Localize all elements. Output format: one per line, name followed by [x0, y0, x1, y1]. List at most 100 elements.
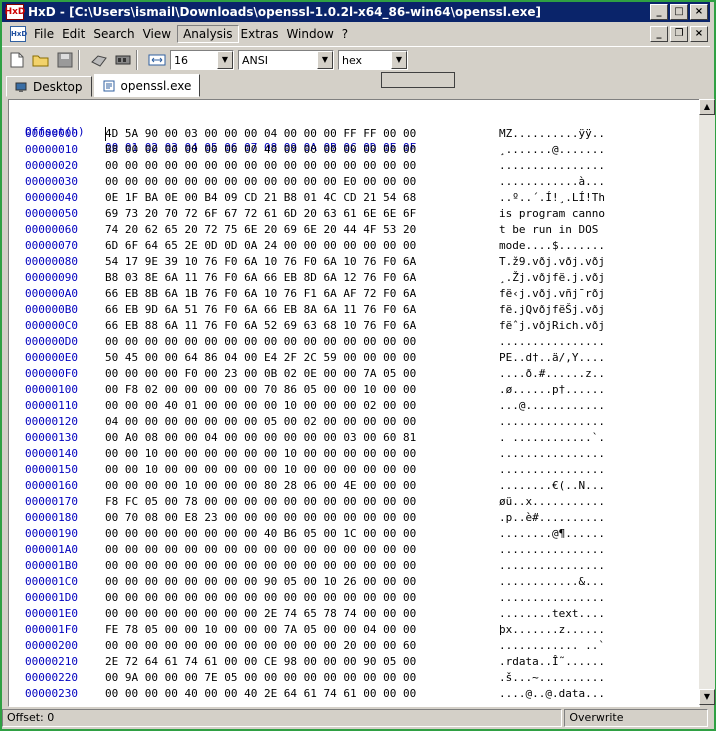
row-ascii-text[interactable]: ........@¶......	[499, 526, 605, 542]
row-hex-bytes[interactable]: 00 00 00 00 00 00 00 00 00 00 00 00 E0 0…	[105, 174, 416, 190]
menu-window[interactable]: Window	[284, 25, 339, 43]
row-ascii-text[interactable]: ................	[499, 462, 605, 478]
offset-base-select[interactable]: hex ▼	[338, 50, 408, 70]
hxd-app-icon[interactable]: HxD	[5, 4, 25, 20]
new-file-icon[interactable]	[8, 51, 26, 69]
row-ascii-text[interactable]: ...@............	[499, 398, 605, 414]
mdi-restore-button[interactable]: ❐	[670, 26, 688, 42]
open-folder-icon[interactable]	[32, 51, 50, 69]
row-hex-bytes[interactable]: B8 03 8E 6A 11 76 F0 6A 66 EB 8D 6A 12 7…	[105, 270, 416, 286]
charset-select[interactable]: ANSI ▼	[238, 50, 334, 70]
maximize-button[interactable]: □	[670, 4, 688, 20]
row-hex-bytes[interactable]: 00 F8 02 00 00 00 00 00 70 86 05 00 00 1…	[105, 382, 416, 398]
row-ascii-text[interactable]: øü..x...........	[499, 494, 605, 510]
row-hex-bytes[interactable]: 00 00 00 00 40 00 00 40 2E 64 61 74 61 0…	[105, 686, 416, 702]
row-hex-bytes[interactable]: 00 00 00 40 01 00 00 00 00 10 00 00 00 0…	[105, 398, 416, 414]
scroll-down-icon[interactable]: ▼	[699, 689, 715, 705]
menu-edit[interactable]: Edit	[60, 25, 91, 43]
row-ascii-text[interactable]: .š...~..........	[499, 670, 605, 686]
chevron-down-icon[interactable]: ▼	[317, 51, 333, 69]
menu-search[interactable]: Search	[91, 25, 140, 43]
row-ascii-text[interactable]: ................	[499, 334, 605, 350]
row-hex-bytes[interactable]: 00 00 00 00 F0 00 23 00 0B 02 0E 00 00 7…	[105, 366, 416, 382]
scroll-up-icon[interactable]: ▲	[699, 99, 715, 115]
row-hex-bytes[interactable]: 0E 1F BA 0E 00 B4 09 CD 21 B8 01 4C CD 2…	[105, 190, 416, 206]
mdi-close-button[interactable]: ×	[690, 26, 708, 42]
row-ascii-text[interactable]: ........text....	[499, 606, 605, 622]
open-disk-icon[interactable]	[90, 51, 108, 69]
row-ascii-text[interactable]: ............ ..`	[499, 638, 605, 654]
row-ascii-text[interactable]: is program canno	[499, 206, 605, 222]
row-hex-bytes[interactable]: 4D 5A 90 00 03 00 00 00 04 00 00 00 FF F…	[105, 126, 416, 142]
row-hex-bytes[interactable]: 00 00 00 00 00 00 00 00 00 00 00 00 20 0…	[105, 638, 416, 654]
hex-editor-view[interactable]: Offset(h) 00 01 02 03 04 05 06 07 08 09 …	[8, 99, 700, 707]
row-hex-bytes[interactable]: 69 73 20 70 72 6F 67 72 61 6D 20 63 61 6…	[105, 206, 416, 222]
row-hex-bytes[interactable]: 00 00 00 00 00 00 00 00 90 05 00 10 26 0…	[105, 574, 416, 590]
row-ascii-text[interactable]: fë.jQvðjfëŠj.vðj	[499, 302, 605, 318]
row-hex-bytes[interactable]: 00 00 00 00 10 00 00 00 80 28 06 00 4E 0…	[105, 478, 416, 494]
row-ascii-text[interactable]: t be run in DOS	[499, 222, 605, 238]
row-hex-bytes[interactable]: 50 45 00 00 64 86 04 00 E4 2F 2C 59 00 0…	[105, 350, 416, 366]
row-ascii-text[interactable]: ........€(..N...	[499, 478, 605, 494]
row-hex-bytes[interactable]: 00 00 00 00 00 00 00 00 2E 74 65 78 74 0…	[105, 606, 416, 622]
row-ascii-text[interactable]: þx.......z......	[499, 622, 605, 638]
row-hex-bytes[interactable]: 00 00 00 00 00 00 00 00 40 B6 05 00 1C 0…	[105, 526, 416, 542]
menu-extras[interactable]: Extras	[239, 25, 285, 43]
row-ascii-text[interactable]: . ............`.	[499, 430, 605, 446]
row-ascii-text[interactable]: fëˆj.vðjRich.vðj	[499, 318, 605, 334]
row-hex-bytes[interactable]: F8 FC 05 00 78 00 00 00 00 00 00 00 00 0…	[105, 494, 416, 510]
menu-file[interactable]: File	[32, 25, 60, 43]
row-ascii-text[interactable]: ................	[499, 558, 605, 574]
save-icon[interactable]	[56, 51, 74, 69]
bytes-per-row-select[interactable]: 16 ▼	[170, 50, 234, 70]
row-ascii-text[interactable]: ....ð.#......z..	[499, 366, 605, 382]
row-ascii-text[interactable]: PE..d†..ä/,Y....	[499, 350, 605, 366]
row-hex-bytes[interactable]: 6D 6F 64 65 2E 0D 0D 0A 24 00 00 00 00 0…	[105, 238, 416, 254]
row-ascii-text[interactable]: ................	[499, 414, 605, 430]
tab-desktop[interactable]: Desktop	[6, 76, 92, 97]
row-ascii-text[interactable]: mode....$.......	[499, 238, 605, 254]
row-ascii-text[interactable]: ..º..´.Í!¸.LÍ!Th	[499, 190, 605, 206]
row-ascii-text[interactable]: ................	[499, 542, 605, 558]
row-hex-bytes[interactable]: 00 00 00 00 00 00 00 00 00 00 00 00 00 0…	[105, 158, 416, 174]
chevron-down-icon[interactable]: ▼	[391, 51, 407, 69]
row-hex-bytes[interactable]: 66 EB 88 6A 11 76 F0 6A 52 69 63 68 10 7…	[105, 318, 416, 334]
row-hex-bytes[interactable]: 00 A0 08 00 00 04 00 00 00 00 00 00 03 0…	[105, 430, 416, 446]
row-hex-bytes[interactable]: 00 00 10 00 00 00 00 00 00 10 00 00 00 0…	[105, 446, 416, 462]
tab-openssl-exe[interactable]: openssl.exe	[93, 74, 201, 97]
chevron-down-icon[interactable]: ▼	[217, 51, 233, 69]
minimize-button[interactable]: _	[650, 4, 668, 20]
row-ascii-text[interactable]: ............à...	[499, 174, 605, 190]
row-hex-bytes[interactable]: FE 78 05 00 00 10 00 00 00 7A 05 00 00 0…	[105, 622, 416, 638]
row-hex-bytes[interactable]: 04 00 00 00 00 00 00 00 05 00 02 00 00 0…	[105, 414, 416, 430]
row-ascii-text[interactable]: .ø......p†......	[499, 382, 605, 398]
row-hex-bytes[interactable]: 00 00 00 00 00 00 00 00 00 00 00 00 00 0…	[105, 542, 416, 558]
open-ram-icon[interactable]	[114, 51, 132, 69]
row-hex-bytes[interactable]: B8 00 00 00 00 00 00 00 40 00 00 00 00 0…	[105, 142, 416, 158]
row-ascii-text[interactable]: ................	[499, 446, 605, 462]
row-hex-bytes[interactable]: 00 9A 00 00 00 7E 05 00 00 00 00 00 00 0…	[105, 670, 416, 686]
row-hex-bytes[interactable]: 74 20 62 65 20 72 75 6E 20 69 6E 20 44 4…	[105, 222, 416, 238]
row-ascii-text[interactable]: ............&...	[499, 574, 605, 590]
row-ascii-text[interactable]: fë‹j.vðj.vñj¯rðj	[499, 286, 605, 302]
row-hex-bytes[interactable]: 00 00 00 00 00 00 00 00 00 00 00 00 00 0…	[105, 558, 416, 574]
menu-view[interactable]: View	[141, 25, 177, 43]
row-ascii-text[interactable]: MZ..........ÿÿ..	[499, 126, 605, 142]
document-icon[interactable]: HxD	[10, 26, 27, 42]
row-ascii-text[interactable]: ¸.Žj.vðjfë.j.vðj	[499, 270, 605, 286]
row-hex-bytes[interactable]: 00 70 08 00 E8 23 00 00 00 00 00 00 00 0…	[105, 510, 416, 526]
row-hex-bytes[interactable]: 66 EB 8B 6A 1B 76 F0 6A 10 76 F1 6A AF 7…	[105, 286, 416, 302]
vertical-scrollbar[interactable]: ▲ ▼	[699, 99, 715, 705]
menu-analysis[interactable]: Analysis	[177, 25, 239, 43]
row-hex-bytes[interactable]: 2E 72 64 61 74 61 00 00 CE 98 00 00 00 9…	[105, 654, 416, 670]
row-ascii-text[interactable]: .p..è#..........	[499, 510, 605, 526]
row-hex-bytes[interactable]: 54 17 9E 39 10 76 F0 6A 10 76 F0 6A 10 7…	[105, 254, 416, 270]
close-button[interactable]: ×	[690, 4, 708, 20]
row-ascii-text[interactable]: ................	[499, 590, 605, 606]
row-ascii-text[interactable]: ................	[499, 158, 605, 174]
row-ascii-text[interactable]: .rdata..Î˜......	[499, 654, 605, 670]
row-hex-bytes[interactable]: 00 00 00 00 00 00 00 00 00 00 00 00 00 0…	[105, 334, 416, 350]
row-hex-bytes[interactable]: 00 00 00 00 00 00 00 00 00 00 00 00 00 0…	[105, 590, 416, 606]
mdi-minimize-button[interactable]: _	[650, 26, 668, 42]
row-hex-bytes[interactable]: 66 EB 9D 6A 51 76 F0 6A 66 EB 8A 6A 11 7…	[105, 302, 416, 318]
